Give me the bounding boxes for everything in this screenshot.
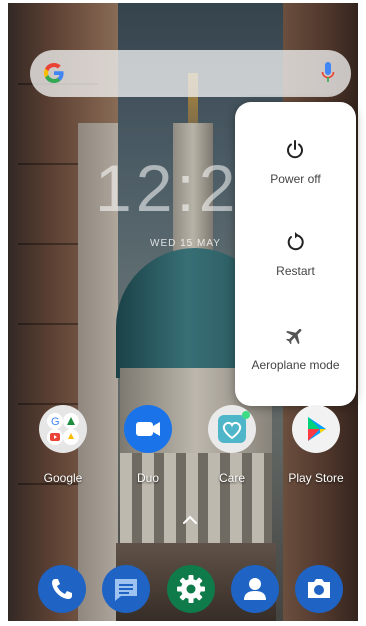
power-off-label: Power off <box>270 172 321 186</box>
camera-icon <box>308 579 330 598</box>
dock-camera[interactable] <box>295 565 343 613</box>
airplane-icon <box>286 328 302 345</box>
care-icon <box>208 405 256 453</box>
aeroplane-mode-button[interactable]: Aeroplane mode <box>235 324 356 414</box>
restart-icon <box>287 232 304 251</box>
clock-time: 12:2 <box>95 151 240 225</box>
dock-messages[interactable] <box>102 565 150 613</box>
power-icon <box>287 140 303 159</box>
play-store-icon <box>292 405 340 453</box>
power-off-button[interactable]: Power off <box>235 138 356 228</box>
dock-contacts[interactable] <box>231 565 279 613</box>
app-label: Care <box>218 471 245 485</box>
messages-icon <box>115 579 137 601</box>
contacts-icon <box>244 578 266 600</box>
restart-button[interactable]: Restart <box>235 230 356 320</box>
google-logo-icon <box>44 63 64 83</box>
aeroplane-mode-label: Aeroplane mode <box>251 358 340 372</box>
dock-settings[interactable] <box>167 565 215 613</box>
clock-date: WED 15 MAY <box>150 238 221 249</box>
google-folder-icon: G <box>39 405 87 453</box>
duo-icon <box>124 405 172 453</box>
svg-text:G: G <box>51 416 60 428</box>
app-google-folder[interactable]: G Google <box>28 405 98 485</box>
phone-icon <box>52 579 72 599</box>
app-label: Duo <box>136 471 159 485</box>
app-play-store[interactable]: Play Store <box>281 405 351 485</box>
power-menu: Power off Restart Aeroplane mode <box>235 102 356 406</box>
google-search-bar[interactable] <box>30 50 351 97</box>
dock-phone[interactable] <box>38 565 86 613</box>
app-label: Play Store <box>288 471 344 485</box>
app-drawer-chevron-up-icon[interactable] <box>183 515 197 525</box>
app-label: Google <box>43 471 83 485</box>
app-care[interactable]: Care <box>197 405 267 485</box>
app-duo[interactable]: Duo <box>113 405 183 485</box>
microphone-icon[interactable] <box>321 62 335 84</box>
settings-icon <box>177 575 205 603</box>
restart-label: Restart <box>276 264 315 278</box>
